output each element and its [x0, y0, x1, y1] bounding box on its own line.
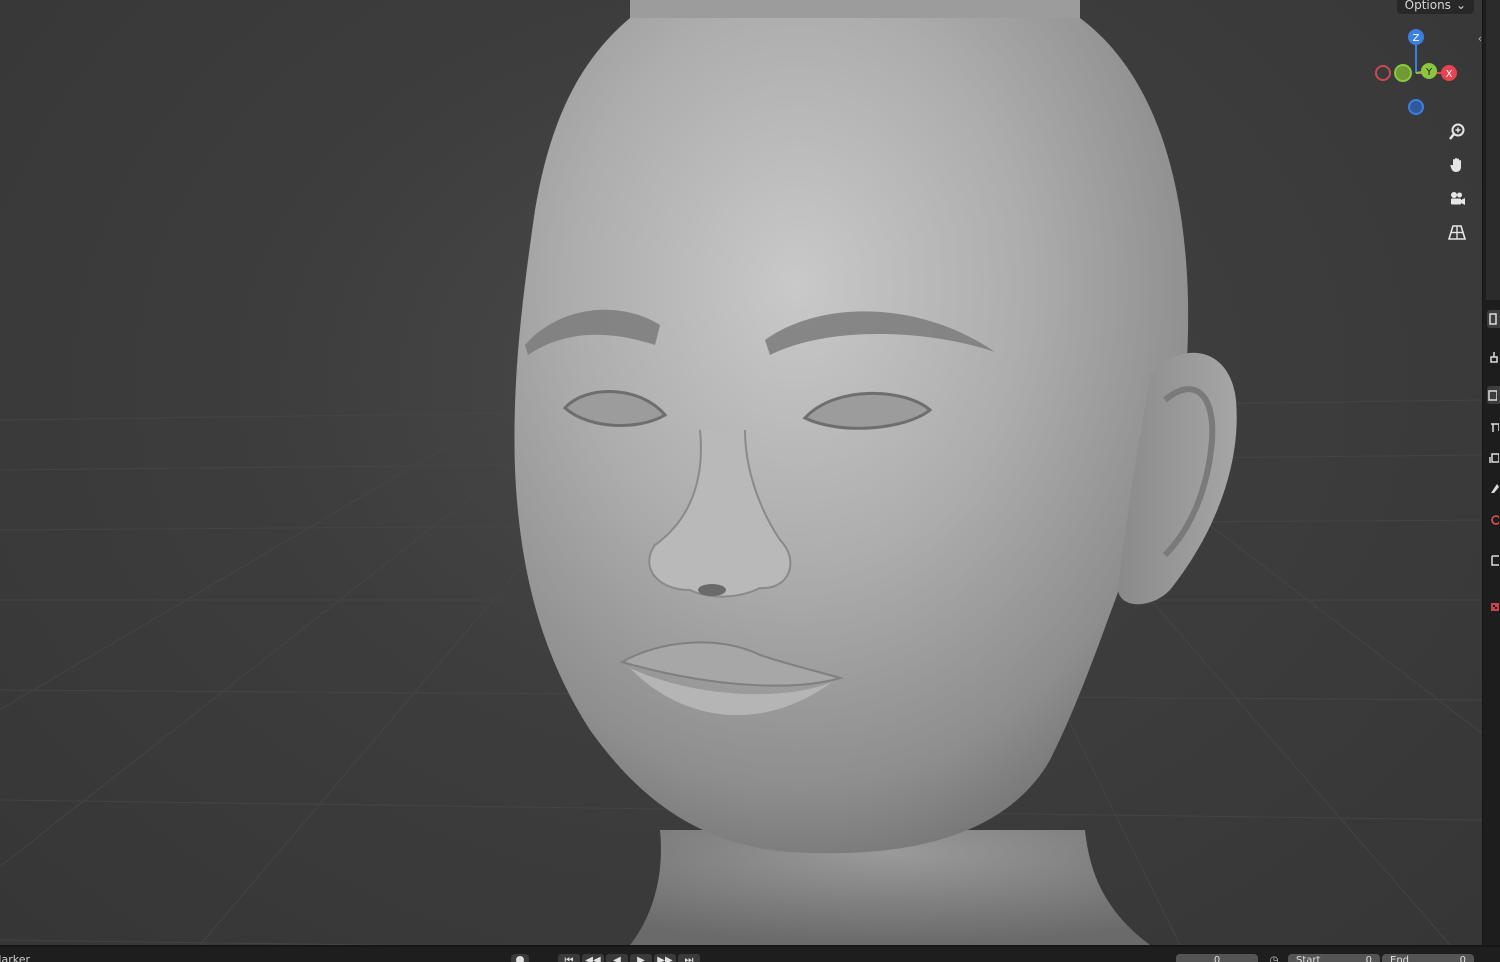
frame-start-label: Start [1296, 955, 1321, 962]
frame-end-label: End [1390, 955, 1410, 962]
tab-tool-icon[interactable] [1487, 310, 1500, 328]
auto-keying-toggle[interactable] [511, 954, 529, 962]
properties-tab-strip [1482, 0, 1500, 945]
tab-material-icon[interactable] [1489, 598, 1500, 616]
jump-to-prev-keyframe-button[interactable]: ◀◀ [582, 954, 604, 962]
zoom-icon[interactable] [1444, 119, 1470, 145]
gizmo-z-label: Z [1413, 33, 1420, 44]
tab-view-layer-icon[interactable] [1489, 418, 1500, 436]
tab-render-icon[interactable] [1489, 348, 1500, 366]
chevron-down-icon: ⌄ [1455, 0, 1466, 12]
blender-window: Options ⌄ ‹ Z Y X arker ⏮ ◀◀ ◀ ▶ ▶▶ ⏭ 0 … [0, 0, 1500, 962]
frame-end-value: 0 [1459, 955, 1466, 962]
tab-world-icon[interactable] [1489, 479, 1500, 497]
current-frame-value: 0 [1213, 955, 1221, 962]
properties-panel-edge [1486, 0, 1500, 300]
play-reverse-button[interactable]: ◀ [606, 954, 628, 962]
3d-viewport[interactable]: Options ⌄ ‹ Z Y X [0, 0, 1482, 945]
gizmo-neg-y-axis[interactable] [1394, 64, 1412, 82]
hand-pan-icon[interactable] [1444, 152, 1470, 178]
jump-to-start-button[interactable]: ⏮ [558, 954, 580, 962]
navigation-gizmo[interactable]: Z Y X [1374, 26, 1464, 121]
timeline-bar: Marker ⏮ ◀◀ ◀ ▶ ▶▶ ⏭ 0 ◷ Start 0 End 0 [0, 945, 1500, 962]
head-model[interactable] [0, 0, 1482, 945]
tab-object-icon[interactable] [1489, 511, 1500, 529]
play-button[interactable]: ▶ [630, 954, 652, 962]
gizmo-x-label: X [1446, 69, 1453, 80]
options-dropdown[interactable]: Options ⌄ [1396, 0, 1474, 14]
jump-to-next-keyframe-button[interactable]: ▶▶ [654, 954, 676, 962]
frame-start-value: 0 [1365, 955, 1372, 962]
gizmo-neg-x-axis[interactable] [1375, 65, 1391, 81]
perspective-grid-icon[interactable] [1444, 219, 1470, 245]
gizmo-y-label: Y [1425, 67, 1433, 78]
clock-icon[interactable]: ◷ [1265, 954, 1283, 962]
options-label: Options [1404, 0, 1451, 12]
jump-to-end-button[interactable]: ⏭ [678, 954, 700, 962]
marker-menu[interactable]: Marker [0, 953, 30, 962]
tab-output-icon[interactable] [1487, 386, 1500, 404]
camera-icon[interactable] [1444, 186, 1470, 212]
playback-controls: ⏮ ◀◀ ◀ ▶ ▶▶ ⏭ [558, 954, 700, 962]
tab-scene-icon[interactable] [1489, 449, 1500, 467]
tab-modifier-icon[interactable] [1489, 551, 1500, 569]
gizmo-neg-z-axis[interactable] [1408, 99, 1424, 115]
frame-end-field[interactable]: End 0 [1382, 954, 1474, 962]
frame-start-field[interactable]: Start 0 [1288, 954, 1380, 962]
current-frame-field[interactable]: 0 [1176, 954, 1258, 962]
